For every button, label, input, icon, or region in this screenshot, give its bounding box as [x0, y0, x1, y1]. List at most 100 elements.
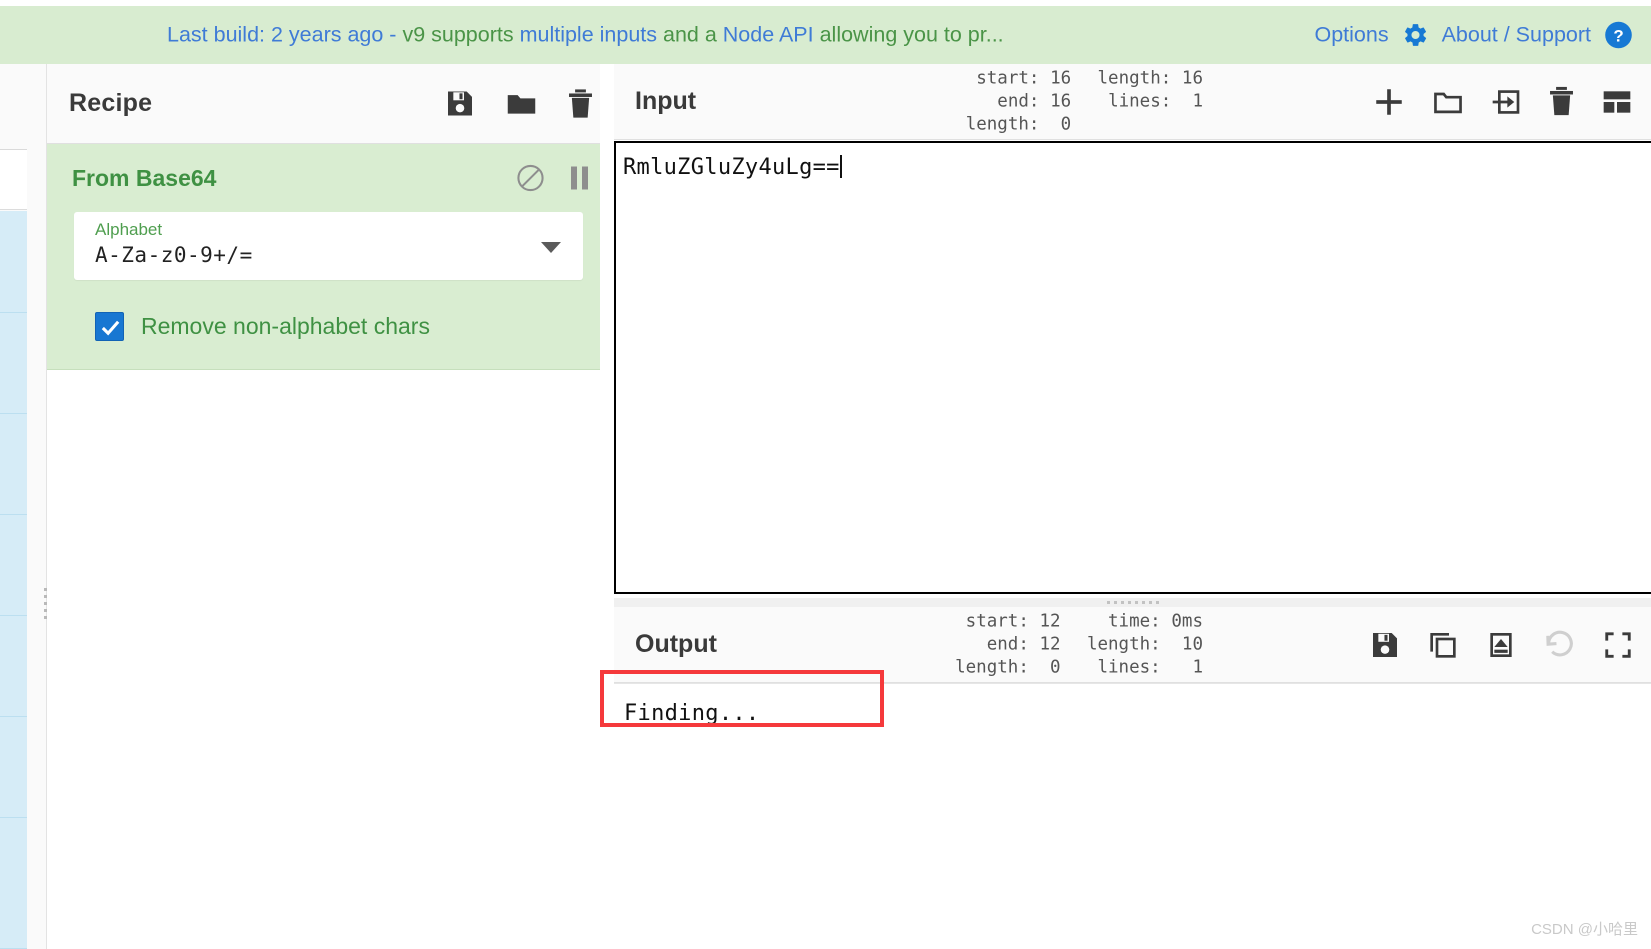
output-lines-value: 1	[1192, 657, 1203, 677]
list-item[interactable]	[0, 313, 27, 414]
notice-segment-5: allowing you to pr...	[819, 22, 1004, 47]
alphabet-value: A-Za-z0-9+/=	[95, 243, 253, 267]
input-lines-key: lines:	[1108, 91, 1172, 111]
input-length-key: length:	[1097, 68, 1172, 88]
cyberchef-app: Last build: 2 years ago - v9 supports mu…	[0, 0, 1651, 949]
gear-icon[interactable]	[1402, 22, 1429, 49]
input-actions	[1372, 85, 1633, 119]
input-title-bar: Input start: 16 end: 16 length: 0 length…	[614, 64, 1651, 140]
remove-non-alphabet-chars-label: Remove non-alphabet chars	[141, 313, 430, 339]
input-panel: Input start: 16 end: 16 length: 0 length…	[614, 64, 1651, 601]
list-item[interactable]	[0, 515, 27, 616]
alphabet-select[interactable]: Alphabet A-Za-z0-9+/=	[74, 212, 583, 280]
notice-segment-3: and a	[662, 22, 723, 47]
recipe-panel-splitter[interactable]	[44, 584, 51, 624]
operation-title: From Base64	[72, 164, 217, 191]
clear-recipe-icon[interactable]	[567, 87, 594, 120]
output-end-value: 12	[1039, 634, 1061, 654]
watermark: CSDN @小哈里	[1531, 921, 1638, 938]
chevron-down-icon[interactable]	[541, 242, 561, 253]
input-sel-length-value: 0	[1060, 114, 1072, 134]
list-item[interactable]	[0, 414, 27, 515]
input-title: Input	[635, 87, 697, 115]
input-end-value: 16	[1050, 91, 1072, 111]
operations-list-panel[interactable]	[0, 64, 46, 949]
save-recipe-icon[interactable]	[444, 88, 476, 120]
output-title-bar: Output start: 12 end: 12 length: 0 time:…	[614, 607, 1651, 683]
input-editor-wrap: RmluZGluZy4uLg==	[614, 140, 1651, 601]
output-time-value: 0ms	[1171, 611, 1203, 631]
output-start-key: start:	[965, 611, 1029, 631]
output-sel-length-key: length:	[955, 657, 1029, 677]
text-cursor	[839, 155, 842, 178]
input-stats: start: 16 end: 16 length: 0 length: 16 l…	[965, 67, 1203, 136]
about-support-button[interactable]: About / Support	[1442, 23, 1591, 48]
recipe-actions	[444, 87, 594, 120]
output-text-value: Finding...	[624, 701, 760, 726]
output-actions	[1369, 628, 1633, 662]
output-panel: Output start: 12 end: 12 length: 0 time:…	[600, 607, 1651, 949]
output-end-key: end:	[986, 634, 1029, 654]
input-text-value: RmluZGluZy4uLg==	[623, 155, 840, 180]
remove-non-alphabet-chars-checkbox[interactable]	[95, 312, 124, 341]
input-textarea[interactable]: RmluZGluZy4uLg==	[614, 141, 1651, 594]
svg-text:?: ?	[1613, 27, 1623, 46]
operation-header: From Base64	[47, 144, 610, 212]
operations-favourites-header	[0, 150, 27, 210]
input-lines-value: 1	[1192, 91, 1203, 111]
input-stats-right: length: 16 lines: 1	[1097, 67, 1203, 136]
output-start-value: 12	[1039, 611, 1061, 631]
recipe-empty-area[interactable]	[47, 370, 610, 840]
output-stats-right: time: 0ms length: 10 lines: 1	[1087, 610, 1203, 679]
output-sel-length-value: 0	[1050, 657, 1061, 677]
input-start-value: 16	[1050, 68, 1072, 88]
output-title: Output	[635, 630, 717, 658]
notice-segment-0: Last build: 2 years ago -	[167, 22, 403, 47]
options-button[interactable]: Options	[1314, 23, 1388, 48]
alphabet-label: Alphabet	[95, 220, 163, 239]
recipe-title-bar: Recipe	[47, 64, 610, 144]
list-item[interactable]	[0, 211, 27, 313]
output-length-key: length:	[1086, 634, 1161, 654]
disable-icon[interactable]	[516, 164, 545, 193]
input-length-value: 16	[1181, 68, 1203, 88]
open-folder-icon[interactable]	[1432, 86, 1464, 118]
notice-segment-1: v9 supports	[402, 22, 520, 47]
io-splitter[interactable]	[614, 598, 1651, 607]
banner-actions: Options About / Support ?	[1314, 21, 1633, 50]
operations-search-area[interactable]	[0, 64, 27, 150]
bake-undo-icon[interactable]	[1543, 628, 1577, 662]
list-item[interactable]	[0, 818, 27, 949]
recipe-operation-from-base64[interactable]: From Base64 Alphabet A-Za-z0-9+/= Remove…	[47, 144, 610, 370]
list-item[interactable]	[0, 717, 27, 818]
add-input-tab-icon[interactable]	[1372, 85, 1406, 119]
output-time-key: time:	[1108, 611, 1161, 631]
help-circle-icon[interactable]: ?	[1604, 21, 1633, 50]
load-recipe-icon[interactable]	[505, 87, 538, 120]
remove-non-alphabet-chars-row[interactable]: Remove non-alphabet chars	[74, 280, 583, 341]
output-textarea[interactable]: Finding...	[614, 683, 1651, 949]
output-stats: start: 12 end: 12 length: 0 time: 0ms le…	[955, 610, 1203, 679]
save-output-icon[interactable]	[1369, 629, 1401, 661]
operation-controls	[516, 164, 588, 193]
operation-arguments: Alphabet A-Za-z0-9+/= Remove non-alphabe…	[47, 212, 610, 341]
input-sel-length-key: length:	[965, 114, 1040, 134]
input-stats-left: start: 16 end: 16 length: 0	[965, 67, 1071, 136]
reset-pane-layout-icon[interactable]	[1601, 86, 1633, 118]
build-notice[interactable]: Last build: 2 years ago - v9 supports mu…	[167, 23, 1004, 48]
panel-gutter	[600, 64, 614, 949]
recipe-panel: Recipe From Base64 Alphabet A-Za-z0-9+/=…	[44, 64, 612, 949]
output-lines-key: lines:	[1097, 657, 1161, 677]
list-item[interactable]	[0, 616, 27, 717]
input-end-key: end:	[997, 91, 1040, 111]
copy-output-icon[interactable]	[1427, 629, 1459, 661]
pause-icon[interactable]	[571, 166, 588, 190]
notice-segment-2: multiple inputs	[519, 22, 663, 47]
replace-input-with-output-icon[interactable]	[1485, 629, 1517, 661]
open-folder-as-input-icon[interactable]	[1490, 86, 1522, 118]
clear-input-icon[interactable]	[1548, 85, 1575, 118]
output-length-value: 10	[1181, 634, 1203, 654]
input-start-key: start:	[976, 68, 1040, 88]
notice-segment-4: Node API	[722, 22, 820, 47]
maximise-output-icon[interactable]	[1603, 630, 1633, 660]
